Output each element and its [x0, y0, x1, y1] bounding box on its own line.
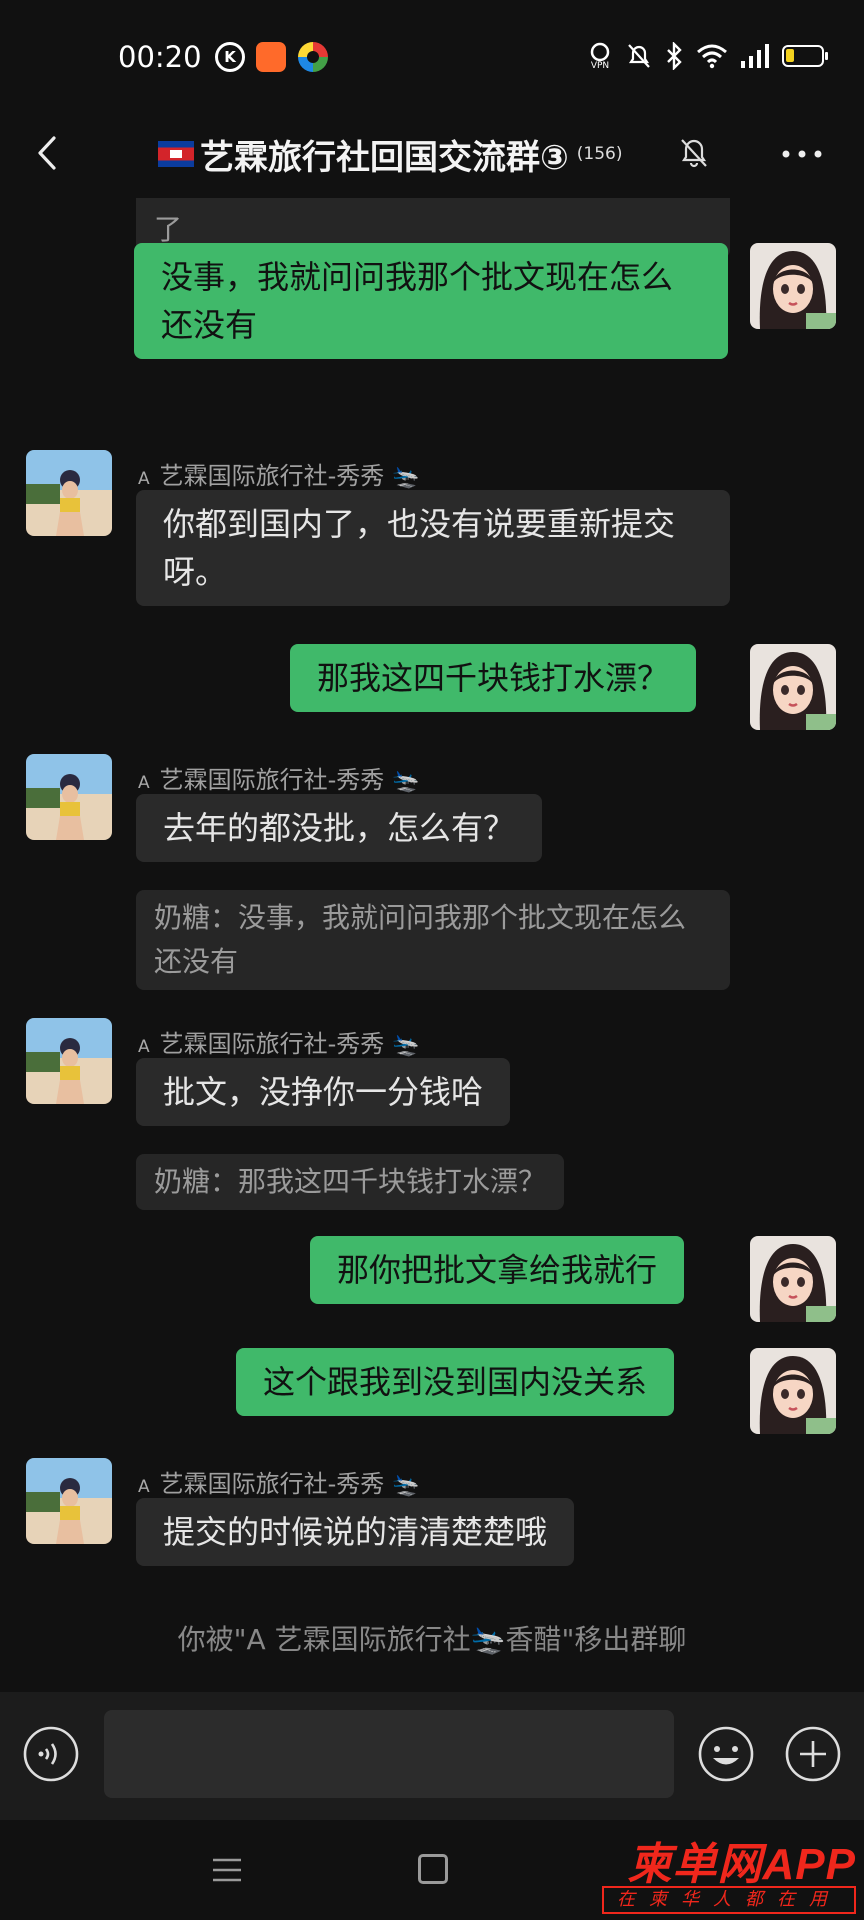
sender-avatar[interactable]	[26, 754, 112, 840]
chat-title: 艺霖旅行社回国交流群③ (156)	[158, 124, 623, 184]
smiley-icon	[698, 1726, 754, 1782]
chevron-left-icon	[38, 136, 56, 170]
my-avatar[interactable]	[750, 1348, 836, 1434]
status-bar: 00:20 K VPN	[0, 0, 864, 110]
vpn-label: VPN	[591, 61, 609, 70]
received-message-bubble[interactable]: 你都到国内了，也没有说要重新提交呀。	[136, 490, 730, 606]
status-icons: VPN	[586, 40, 828, 72]
watermark-slogan: 在柬华人都在用	[602, 1886, 856, 1914]
sender-avatar[interactable]	[26, 450, 112, 536]
vpn-icon: VPN	[586, 42, 614, 70]
sender-badge: A	[138, 1477, 150, 1497]
received-message-bubble[interactable]: 提交的时候说的清清楚楚哦	[136, 1498, 575, 1566]
my-message-bubble[interactable]: 那我这四千块钱打水漂？	[290, 644, 697, 712]
message-input-bar	[0, 1692, 864, 1820]
sender-avatar[interactable]	[26, 1018, 112, 1104]
chat-message-list[interactable]: 奶糖：我交的4000块钱到底花到什么地方去了 没事，我就问问我那个批文现在怎么还…	[0, 198, 864, 1692]
status-time: 00:20	[118, 40, 202, 74]
recents-button[interactable]	[210, 1854, 244, 1886]
plane-icon: 🛬	[391, 769, 420, 794]
muted-bell-icon	[672, 130, 716, 174]
more-dots-icon	[782, 150, 822, 158]
my-message-bubble[interactable]: 那你把批文拿给我就行	[310, 1236, 685, 1304]
bluetooth-icon	[664, 42, 684, 70]
watermark-logo: 柬单网APP 在柬华人都在用	[600, 1828, 856, 1914]
home-button[interactable]	[418, 1854, 448, 1884]
received-message-bubble[interactable]: 批文，没挣你一分钱哈	[136, 1058, 511, 1126]
voice-input-button[interactable]	[22, 1725, 80, 1783]
battery-icon	[782, 45, 828, 67]
plane-icon: 🛬	[391, 1033, 420, 1058]
signal-icon	[740, 42, 770, 70]
k-app-icon: K	[215, 42, 245, 72]
sender-name: A 艺霖国际旅行社-秀秀 🛬	[138, 462, 420, 490]
quoted-message[interactable]: 奶糖：没事，我就问问我那个批文现在怎么还没有	[136, 890, 730, 990]
system-notice: 你被"A 艺霖国际旅行社🛬香醋"移出群聊	[177, 1623, 687, 1656]
orange-app-icon	[256, 42, 286, 72]
sender-badge: A	[138, 1037, 150, 1057]
my-avatar[interactable]	[750, 243, 836, 329]
cambodia-flag-icon	[158, 141, 194, 167]
my-message-bubble[interactable]: 没事，我就问问我那个批文现在怎么还没有	[134, 243, 728, 359]
emoji-button[interactable]	[697, 1725, 755, 1783]
sender-avatar[interactable]	[26, 1458, 112, 1544]
system-nav-bar: 柬单网APP 在柬华人都在用	[0, 1820, 864, 1920]
my-avatar[interactable]	[750, 644, 836, 730]
wifi-icon	[696, 42, 728, 70]
sender-name: A 艺霖国际旅行社-秀秀 🛬	[138, 1030, 420, 1058]
received-message-bubble[interactable]: 去年的都没批，怎么有？	[136, 794, 543, 862]
sender-badge: A	[138, 773, 150, 793]
plane-icon: 🛬	[391, 1473, 420, 1498]
colorful-app-icon	[298, 42, 328, 72]
watermark-main: 柬单网APP	[627, 1840, 856, 1889]
more-actions-button[interactable]	[784, 1725, 842, 1783]
plus-icon	[785, 1726, 841, 1782]
more-options-button[interactable]	[770, 132, 834, 176]
plane-icon: 🛬	[391, 465, 420, 490]
quoted-message[interactable]: 奶糖：那我这四千块钱打水漂？	[136, 1154, 565, 1210]
back-button[interactable]	[24, 128, 74, 178]
sender-name: A 艺霖国际旅行社-秀秀 🛬	[138, 1470, 420, 1498]
sender-badge: A	[138, 469, 150, 489]
my-avatar[interactable]	[750, 1236, 836, 1322]
chat-header: 艺霖旅行社回国交流群③ (156)	[0, 110, 864, 198]
mute-icon	[626, 42, 652, 70]
menu-lines-icon	[213, 1858, 241, 1882]
my-message-bubble[interactable]: 这个跟我到没到国内没关系	[236, 1348, 675, 1416]
member-count: (156)	[576, 144, 623, 164]
group-name: 艺霖旅行社回国交流群③	[200, 137, 569, 178]
sender-name: A 艺霖国际旅行社-秀秀 🛬	[138, 766, 420, 794]
voice-icon	[23, 1726, 79, 1782]
message-input[interactable]	[104, 1710, 674, 1798]
